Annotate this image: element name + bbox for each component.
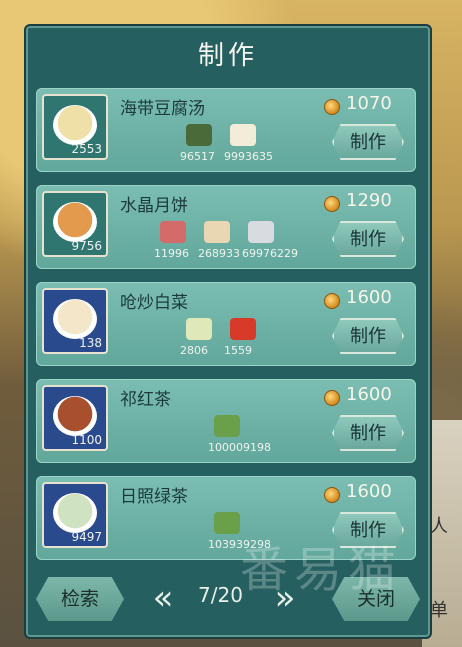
side-char-2: 单 (430, 600, 448, 621)
ingredient-count: 268933 (198, 247, 240, 260)
chili-icon (230, 318, 256, 340)
flour-icon (204, 221, 230, 243)
make-button[interactable]: 制作 (332, 415, 404, 451)
stock-count: 1100 (71, 433, 102, 447)
ingredient-count: 9993635 (224, 150, 273, 163)
coin-icon (324, 99, 340, 115)
dish-icon (53, 105, 97, 145)
make-button[interactable]: 制作 (332, 318, 404, 354)
search-button[interactable]: 检索 (36, 577, 124, 621)
recipe-price: 1600 (346, 481, 392, 502)
make-button[interactable]: 制作 (332, 221, 404, 257)
ingredient-count: 103939298 (208, 538, 271, 551)
crafting-panel: 制作 2553 海带豆腐汤 1070 96517 9993635 制作 9756 水晶月饼 12… (24, 24, 432, 639)
recipe-row[interactable]: 1100 祁红茶 1600 100009198 制作 (36, 379, 416, 463)
coin-icon (324, 293, 340, 309)
tea-leaf-icon (214, 512, 240, 534)
dish-icon (53, 493, 97, 533)
recipe-row[interactable]: 9756 水晶月饼 1290 11996 268933 69976229 制作 (36, 185, 416, 269)
dish-thumbnail: 1100 (42, 385, 108, 451)
meat-icon (160, 221, 186, 243)
stock-count: 9497 (71, 530, 102, 544)
panel-title: 制作 (197, 41, 258, 71)
coin-icon (324, 390, 340, 406)
double-chevron-left-icon[interactable]: « (148, 577, 178, 621)
recipe-name: 呛炒白菜 (120, 293, 188, 313)
close-button[interactable]: 关闭 (332, 577, 420, 621)
stock-count: 2553 (71, 142, 102, 156)
make-button[interactable]: 制作 (332, 512, 404, 548)
dish-icon (53, 299, 97, 339)
recipe-price: 1600 (346, 287, 392, 308)
dish-icon (53, 396, 97, 436)
recipe-name: 祁红茶 (120, 390, 171, 410)
ingredient-count: 69976229 (242, 247, 298, 260)
recipe-row[interactable]: 9497 日照绿茶 1600 103939298 制作 (36, 476, 416, 560)
recipe-name: 海带豆腐汤 (120, 99, 205, 119)
tofu-icon (230, 124, 256, 146)
recipe-price: 1070 (346, 93, 392, 114)
double-chevron-right-icon[interactable]: » (270, 577, 300, 621)
recipe-name: 日照绿茶 (120, 487, 188, 507)
make-button[interactable]: 制作 (332, 124, 404, 160)
ingredient-count: 96517 (180, 150, 215, 163)
recipe-price: 1290 (346, 190, 392, 211)
ingredient-count: 2806 (180, 344, 208, 357)
recipe-row[interactable]: 138 呛炒白菜 1600 2806 1559 制作 (36, 282, 416, 366)
footer-bar: 检索 « 7/20 » 关闭 (26, 577, 430, 637)
tea-leaf-icon (214, 415, 240, 437)
stock-count: 138 (79, 336, 102, 350)
sugar-bucket-icon (248, 221, 274, 243)
coin-icon (324, 196, 340, 212)
ingredient-count: 1559 (224, 344, 252, 357)
dish-thumbnail: 9756 (42, 191, 108, 257)
page-indicator: 7/20 (198, 583, 243, 607)
coin-icon (324, 487, 340, 503)
recipe-row[interactable]: 2553 海带豆腐汤 1070 96517 9993635 制作 (36, 88, 416, 172)
seaweed-icon (186, 124, 212, 146)
side-char-1: 人 (430, 516, 448, 537)
dish-icon (53, 202, 97, 242)
recipe-price: 1600 (346, 384, 392, 405)
stock-count: 9756 (71, 239, 102, 253)
cabbage-icon (186, 318, 212, 340)
ingredient-count: 100009198 (208, 441, 271, 454)
dish-thumbnail: 2553 (42, 94, 108, 160)
dish-thumbnail: 9497 (42, 482, 108, 548)
recipe-name: 水晶月饼 (120, 196, 188, 216)
dish-thumbnail: 138 (42, 288, 108, 354)
ingredient-count: 11996 (154, 247, 189, 260)
